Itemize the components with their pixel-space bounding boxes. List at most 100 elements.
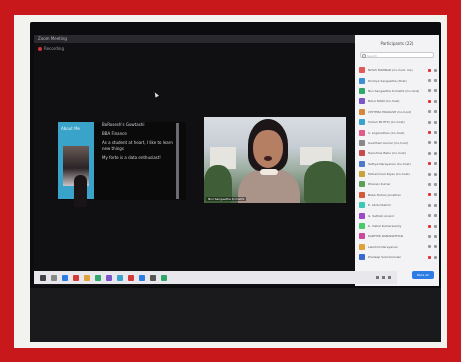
participant-row[interactable]: Nivi Sangeetha Srimathi (Co-host)	[359, 86, 437, 96]
microphone-icon[interactable]	[428, 182, 431, 186]
recording-dot-icon	[38, 47, 42, 51]
taskbar-app-icon[interactable]	[128, 274, 134, 281]
video-camera-icon[interactable]	[434, 68, 437, 72]
participant-row[interactable]: Pradeep Subramanian	[359, 252, 437, 262]
person-collar	[260, 169, 278, 175]
video-camera-icon[interactable]	[434, 151, 437, 155]
monitor-stand-area	[30, 288, 441, 342]
participant-row[interactable]: Harishma Babu (Co-host)	[359, 148, 437, 158]
slide-line: As a student at heart, I like to learn n…	[102, 140, 173, 151]
taskbar-app-icon[interactable]	[51, 274, 57, 281]
video-camera-icon[interactable]	[434, 131, 437, 135]
mute-all-button[interactable]: Mute All	[411, 271, 434, 279]
video-camera-icon[interactable]	[434, 110, 437, 114]
taskbar-app-icon[interactable]	[95, 274, 101, 281]
participant-row[interactable]: Srihari MUTHU (Co-host)	[359, 117, 437, 127]
video-camera-icon[interactable]	[434, 214, 437, 218]
microphone-icon[interactable]	[428, 245, 431, 249]
participant-name: CHITHRA PRAKASH (Co-host)	[368, 109, 412, 114]
start-menu-icon[interactable]	[40, 274, 46, 281]
microphone-icon[interactable]	[428, 68, 431, 72]
microphone-icon[interactable]	[428, 151, 431, 155]
tray-icon[interactable]	[382, 276, 385, 279]
participant-row[interactable]: G. Sathish Anand	[359, 210, 437, 220]
profile-figure	[74, 175, 87, 207]
participants-search-input[interactable]: Search	[360, 52, 434, 58]
participant-name: Drishya Sangeetha (Host)	[368, 78, 407, 83]
participants-list: NIVAS MANNAR (Co-host, me) Drishya Sangee…	[359, 65, 437, 262]
participant-name: Nivi Sangeetha Srimathi (Co-host)	[368, 88, 420, 93]
microphone-icon[interactable]	[428, 162, 431, 166]
microphone-icon[interactable]	[428, 172, 431, 176]
video-camera-icon[interactable]	[434, 255, 437, 259]
participant-row[interactable]: Gowtham Kumar (Co-host)	[359, 138, 437, 148]
participant-avatar	[359, 77, 365, 84]
microphone-icon[interactable]	[428, 89, 431, 93]
participant-row[interactable]: Lakshmi Narayanan	[359, 242, 437, 252]
participant-row[interactable]: CHITHRA PRAKASH (Co-host)	[359, 107, 437, 117]
video-camera-icon[interactable]	[434, 141, 437, 145]
video-camera-icon[interactable]	[434, 99, 437, 103]
video-camera-icon[interactable]	[434, 203, 437, 207]
taskbar-app-icon[interactable]	[139, 274, 145, 281]
video-camera-icon[interactable]	[434, 234, 437, 238]
microphone-icon[interactable]	[428, 255, 431, 259]
participant-row[interactable]: K. Vishal Kumarasamy	[359, 221, 437, 231]
slide-line: BBA Finance	[102, 131, 127, 136]
microphone-icon[interactable]	[428, 193, 431, 197]
tray-icon[interactable]	[388, 276, 391, 279]
taskbar-app-icon[interactable]	[84, 274, 90, 281]
microphone-icon[interactable]	[428, 214, 431, 218]
microphone-icon[interactable]	[428, 203, 431, 207]
taskbar-app-icon[interactable]	[106, 274, 112, 281]
participant-avatar	[359, 139, 365, 146]
person-mouth	[264, 156, 272, 161]
microphone-icon[interactable]	[428, 120, 431, 124]
participant-row[interactable]: Drishya Sangeetha (Host)	[359, 75, 437, 85]
participant-row[interactable]: BALA MANI (Co-host)	[359, 96, 437, 106]
participant-avatar	[359, 171, 365, 178]
microphone-icon[interactable]	[428, 224, 431, 228]
microphone-icon[interactable]	[428, 79, 431, 83]
participant-row[interactable]: E. Abdul Rahim	[359, 200, 437, 210]
participant-row[interactable]: Dharani Kumar	[359, 179, 437, 189]
video-camera-icon[interactable]	[434, 162, 437, 166]
participant-row[interactable]: S. Loganathan (Co-host)	[359, 127, 437, 137]
participant-avatar	[359, 243, 365, 250]
participant-row[interactable]: Sathya Narayanan (Co-host)	[359, 159, 437, 169]
taskbar-app-icon[interactable]	[62, 274, 68, 281]
microphone-icon[interactable]	[428, 141, 431, 145]
participant-video[interactable]: Nivi Sangeetha Srimathi	[204, 117, 346, 203]
microphone-icon[interactable]	[428, 110, 431, 114]
shared-screen-scrollbar[interactable]	[176, 123, 179, 199]
participant-row[interactable]: Mohammed Riyas (Co-host)	[359, 169, 437, 179]
video-camera-icon[interactable]	[434, 89, 437, 93]
participant-name: G. Sathish Anand	[368, 213, 394, 218]
video-camera-icon[interactable]	[434, 193, 437, 197]
video-camera-icon[interactable]	[434, 224, 437, 228]
video-camera-icon[interactable]	[434, 245, 437, 249]
video-camera-icon[interactable]	[434, 172, 437, 176]
microphone-icon[interactable]	[428, 99, 431, 103]
video-camera-icon[interactable]	[434, 79, 437, 83]
participant-name: Srihari MUTHU (Co-host)	[368, 120, 405, 125]
tray-icon[interactable]	[376, 276, 379, 279]
slide-profile-card: About Me	[58, 122, 94, 207]
microphone-icon[interactable]	[428, 234, 431, 238]
taskbar-app-icon[interactable]	[150, 274, 156, 281]
participant-avatar	[359, 129, 365, 136]
taskbar-app-icon[interactable]	[73, 274, 79, 281]
participant-name: Lakshmi Narayanan	[368, 244, 398, 249]
participant-name: K. Vishal Kumarasamy	[368, 224, 402, 229]
taskbar-app-icon[interactable]	[117, 274, 123, 281]
slide-line: BoRosesh's Gowtashi	[102, 122, 145, 127]
slide-line: My forte is a data enthusiast!	[102, 155, 161, 160]
participant-name: NIVAS MANNAR (Co-host, me)	[368, 68, 413, 73]
video-camera-icon[interactable]	[434, 182, 437, 186]
microphone-icon[interactable]	[428, 131, 431, 135]
participant-row[interactable]: KARTHIK RAMANATHAN	[359, 231, 437, 241]
participant-row[interactable]: NIVAS MANNAR (Co-host, me)	[359, 65, 437, 75]
taskbar-app-icon[interactable]	[161, 274, 167, 281]
video-camera-icon[interactable]	[434, 120, 437, 124]
participant-row[interactable]: Baba Farhan Jonathan	[359, 190, 437, 200]
